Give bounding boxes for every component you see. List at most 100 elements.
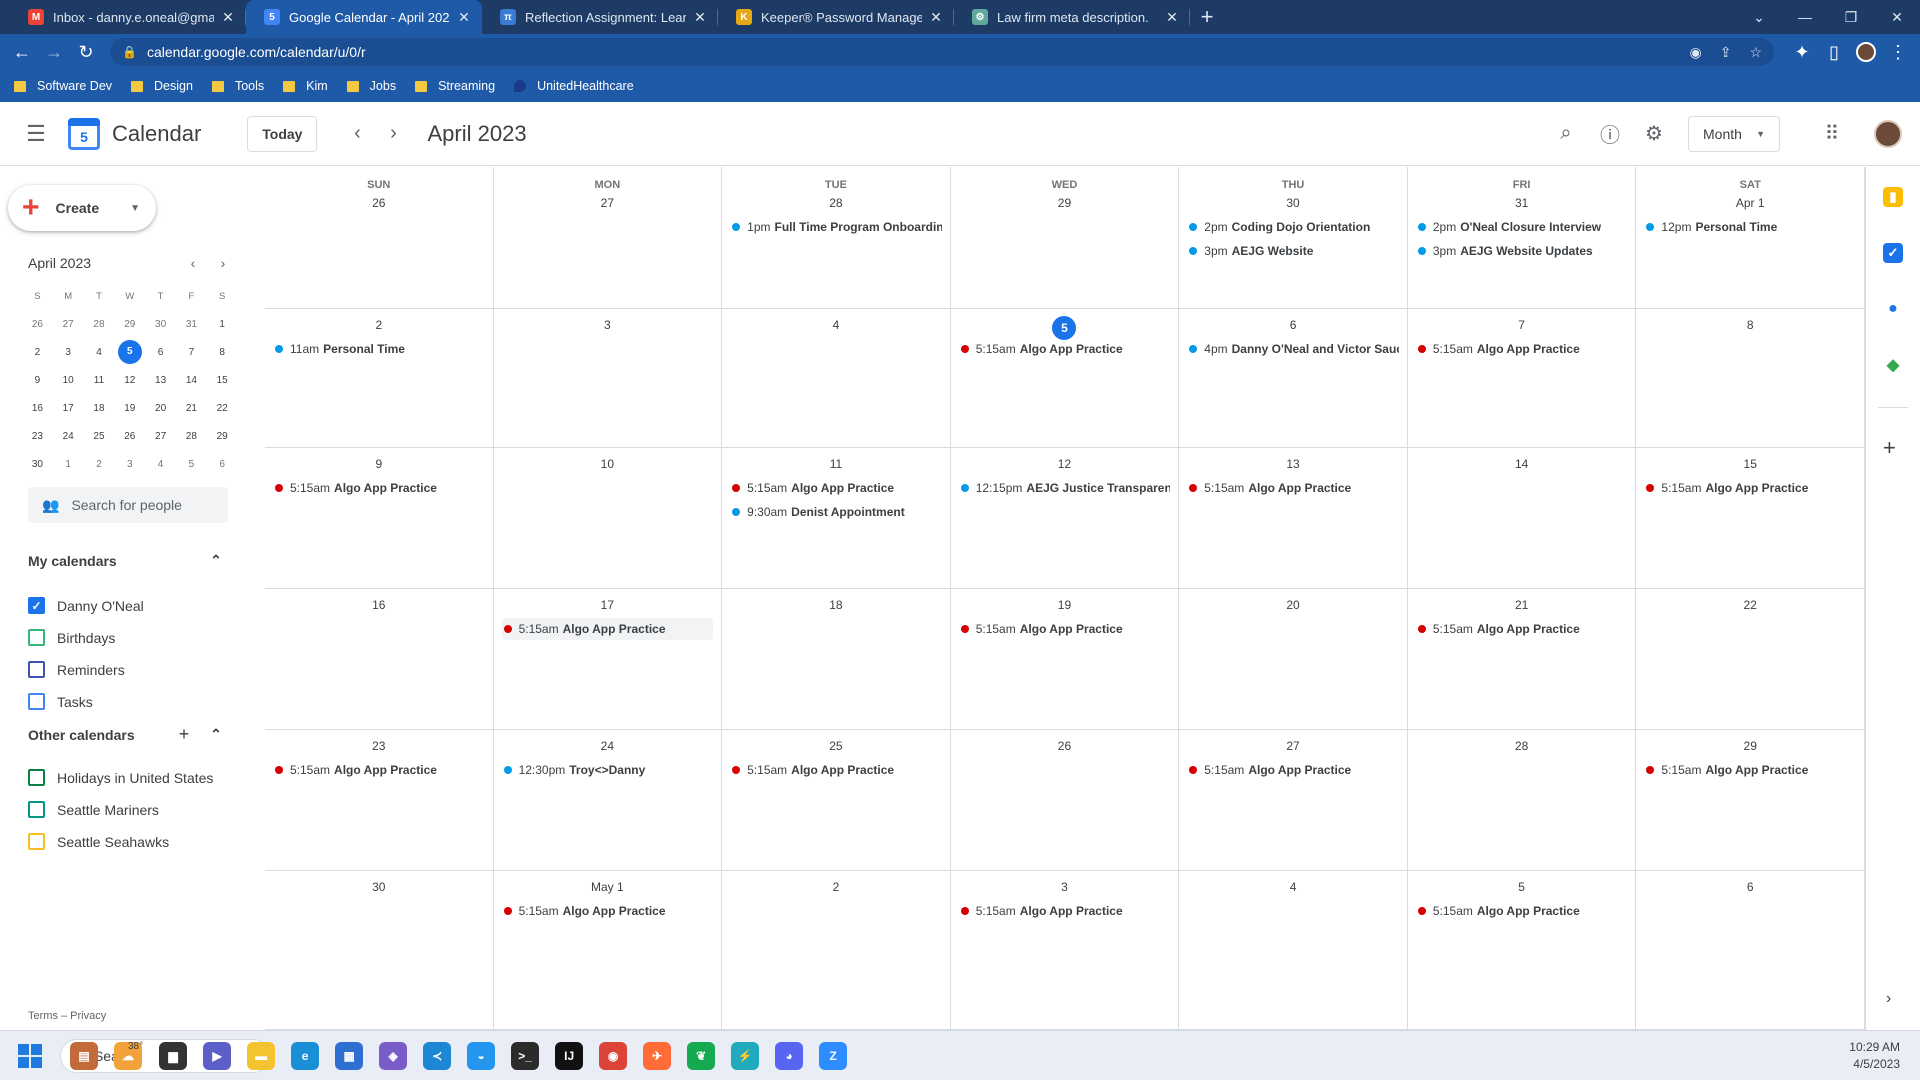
minimize-button[interactable]: — [1782, 0, 1828, 34]
other-calendars-header[interactable]: Other calendars + ⌃ [28, 724, 228, 745]
day-cell[interactable]: 6 4pmDanny O'Neal and Victor Saucedo [1179, 309, 1408, 448]
mini-day[interactable]: 9 [22, 375, 53, 386]
calendar-checkbox[interactable]: ✓ [28, 597, 45, 614]
mini-day[interactable]: 3 [114, 459, 145, 470]
day-number[interactable]: 29 [1636, 737, 1864, 755]
mini-day[interactable]: 7 [176, 347, 207, 358]
day-number[interactable]: 30 [1179, 194, 1407, 212]
bookmark-item[interactable]: Jobs [346, 79, 396, 93]
event-chip[interactable]: 5:15am Algo App Practice [1644, 759, 1856, 781]
day-cell[interactable]: 2 [722, 871, 951, 1030]
day-cell[interactable]: 16 [265, 589, 494, 730]
event-chip[interactable]: 5:15am Algo App Practice [730, 477, 942, 499]
day-cell[interactable]: May 1 5:15am Algo App Practice [493, 871, 723, 1030]
event-chip[interactable]: 11am Personal Time [273, 338, 485, 360]
mongodb-icon[interactable]: ❦ [687, 1041, 716, 1070]
account-avatar[interactable] [1874, 119, 1902, 148]
event-chip[interactable]: 5:15am Algo App Practice [273, 477, 485, 499]
mini-day[interactable]: 22 [207, 403, 238, 414]
day-cell[interactable]: 24 12:30pm Troy<>Danny [493, 730, 723, 871]
browser-tab[interactable]: 5 Google Calendar - April 2023 ✕ [246, 0, 482, 34]
file-explorer-icon[interactable]: ▆ [159, 1041, 188, 1070]
day-number[interactable]: 26 [265, 194, 493, 212]
browser-tab[interactable]: M Inbox - danny.e.oneal@gmail.com ✕ [10, 0, 246, 34]
bookmark-item[interactable]: Tools [211, 79, 264, 93]
postman-icon[interactable]: ✈ [643, 1041, 672, 1070]
my-calendars-header[interactable]: My calendars ⌃ [28, 552, 228, 569]
close-tab-icon[interactable]: ✕ [456, 9, 472, 26]
event-chip[interactable]: 5:15am Algo App Practice [1187, 759, 1399, 781]
event-chip[interactable]: 5:15am Algo App Practice [959, 900, 1171, 922]
mini-day[interactable]: 29 [207, 431, 238, 442]
event-chip[interactable]: 9:30am Denist Appointment [730, 501, 942, 523]
mini-day[interactable]: 28 [176, 431, 207, 442]
day-cell[interactable]: 11 5:15am Algo App Practice 9:30am Denist Ap… [722, 448, 951, 589]
day-cell[interactable]: THU 30 2pm Coding Dojo Orientation 3pm AEJG W… [1179, 167, 1408, 309]
day-number[interactable]: 21 [1408, 596, 1636, 614]
day-cell[interactable]: 15 5:15am Algo App Practice [1636, 448, 1865, 589]
address-bar[interactable]: 🔒 calendar.google.com/calendar/u/0/r ◉ ⇪… [110, 38, 1774, 66]
bookmark-item[interactable]: Software Dev [14, 79, 112, 93]
event-chip[interactable]: 12:15pm AEJG Justice Transparency [959, 477, 1170, 499]
day-number[interactable]: 5 [951, 316, 1179, 340]
intellij-icon[interactable]: IJ [555, 1041, 584, 1070]
day-cell[interactable]: 18 [722, 589, 951, 730]
day-cell[interactable]: SUN 26 [265, 167, 494, 309]
view-selector[interactable]: Month ▼ [1688, 115, 1780, 152]
mini-day[interactable]: 26 [22, 319, 53, 330]
calendar-checkbox[interactable] [28, 769, 45, 786]
day-number[interactable]: 10 [494, 455, 722, 473]
event-chip[interactable]: 5:15am Algo App Practice [959, 338, 1171, 360]
calendar-checkbox[interactable] [28, 629, 45, 646]
event-chip[interactable]: 5:15am Algo App Practice [1416, 618, 1628, 640]
zoom-icon[interactable]: Z [819, 1041, 848, 1070]
event-chip[interactable]: 3pm AEJG Website [1187, 240, 1399, 262]
day-cell[interactable]: MON 27 [493, 167, 723, 309]
mini-day[interactable]: 1 [207, 319, 238, 330]
browser-tab[interactable]: K Keeper® Password Manager & D ✕ [718, 0, 954, 34]
close-tab-icon[interactable]: ✕ [928, 9, 944, 26]
day-number[interactable]: 18 [722, 596, 950, 614]
browser-tab[interactable]: π Reflection Assignment: Learning ✕ [482, 0, 718, 34]
previous-month-icon[interactable]: ‹ [341, 118, 373, 150]
mini-day[interactable]: 14 [176, 375, 207, 386]
bookmark-item[interactable]: UnitedHealthcare [514, 79, 634, 93]
event-chip[interactable]: 5:15am Algo App Practice [273, 759, 485, 781]
day-cell[interactable]: 29 5:15am Algo App Practice [1636, 730, 1865, 871]
close-tab-icon[interactable]: ✕ [1164, 9, 1180, 26]
settings-gear-icon[interactable]: ⚙ [1634, 114, 1674, 154]
calendar-item[interactable]: Tasks [28, 693, 93, 710]
day-number[interactable]: 9 [265, 455, 493, 473]
help-icon[interactable]: ⓘ [1590, 114, 1630, 154]
day-cell[interactable]: 30 [265, 871, 494, 1030]
calendar-checkbox[interactable] [28, 693, 45, 710]
day-number[interactable]: 2 [722, 878, 950, 896]
day-cell[interactable]: 9 5:15am Algo App Practice [265, 448, 494, 589]
mini-day[interactable]: 4 [145, 459, 176, 470]
calendar-item[interactable]: Holidays in United States [28, 769, 213, 786]
day-number[interactable]: 24 [494, 737, 722, 755]
event-chip[interactable]: 5:15am Algo App Practice [501, 618, 714, 640]
day-cell[interactable]: TUE 28 1pm Full Time Program Onboarding [722, 167, 951, 309]
day-number[interactable]: 20 [1179, 596, 1407, 614]
mini-day[interactable]: 17 [53, 403, 84, 414]
day-cell[interactable]: 22 [1636, 589, 1865, 730]
windows-start-icon[interactable] [18, 1043, 42, 1068]
day-cell[interactable]: 28 [1407, 730, 1637, 871]
day-number[interactable]: 26 [951, 737, 1179, 755]
mini-day[interactable]: 10 [53, 375, 84, 386]
day-number[interactable]: 3 [951, 878, 1179, 896]
mini-day[interactable]: 30 [22, 459, 53, 470]
calendar-item[interactable]: Birthdays [28, 629, 115, 646]
day-number[interactable]: 11 [722, 455, 950, 473]
close-tab-icon[interactable]: ✕ [692, 9, 708, 26]
mini-day[interactable]: 3 [53, 347, 84, 358]
day-number[interactable]: 16 [265, 596, 493, 614]
mini-day[interactable]: 28 [84, 319, 115, 330]
insomnia-icon[interactable]: ⚡ [731, 1041, 760, 1070]
day-number[interactable]: 28 [1408, 737, 1636, 755]
eye-slash-icon[interactable]: ◉ [1689, 44, 1701, 61]
terms-privacy-link[interactable]: Terms – Privacy [28, 1010, 106, 1022]
day-cell[interactable]: 12 12:15pm AEJG Justice Transparency [950, 448, 1180, 589]
close-window-button[interactable]: ✕ [1874, 0, 1920, 34]
